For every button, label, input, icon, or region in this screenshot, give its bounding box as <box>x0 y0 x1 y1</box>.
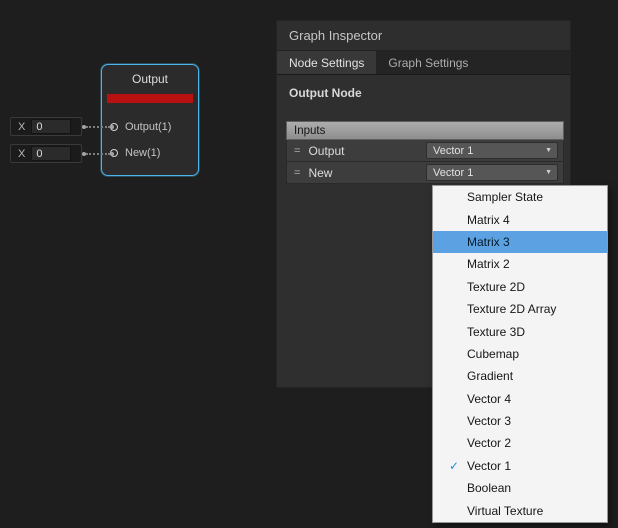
panel-title[interactable]: Graph Inspector <box>277 21 570 51</box>
chevron-down-icon: ▼ <box>545 169 557 176</box>
tab-graph-settings[interactable]: Graph Settings <box>376 51 480 74</box>
menu-item-gradient[interactable]: Gradient <box>433 365 607 387</box>
menu-item-matrix-3[interactable]: Matrix 3 <box>433 231 607 253</box>
menu-item-texture-2d-array[interactable]: Texture 2D Array <box>433 298 607 320</box>
node-status-bar <box>107 94 193 103</box>
port-row-new: New(1) <box>102 140 198 166</box>
menu-item-label: Vector 1 <box>467 459 511 473</box>
input-row-output: = Output Vector 1 ▼ <box>286 140 564 162</box>
menu-item-boolean[interactable]: Boolean <box>433 477 607 499</box>
menu-item-vector-1[interactable]: ✓ Vector 1 <box>433 455 607 477</box>
shader-graph-canvas: { "node": { "title": "Output", "status_b… <box>0 0 618 528</box>
edge-connector[interactable] <box>86 126 110 128</box>
port-row-output: Output(1) <box>102 114 198 140</box>
menu-item-label: Matrix 3 <box>467 235 510 249</box>
type-select-menu: Sampler State Matrix 4 Matrix 3 Matrix 2… <box>432 185 608 523</box>
menu-item-label: Cubemap <box>467 347 519 361</box>
node-title: Output <box>102 65 198 94</box>
type-dropdown-output[interactable]: Vector 1 ▼ <box>426 142 558 159</box>
menu-item-texture-3d[interactable]: Texture 3D <box>433 320 607 342</box>
menu-item-label: Sampler State <box>467 190 543 204</box>
menu-item-virtual-texture[interactable]: Virtual Texture <box>433 499 607 521</box>
value-input[interactable]: 0 <box>31 146 71 161</box>
port-label-output: Output(1) <box>125 121 171 133</box>
menu-item-label: Vector 4 <box>467 392 511 406</box>
menu-item-label: Vector 2 <box>467 436 511 450</box>
menu-item-label: Gradient <box>467 369 513 383</box>
menu-item-label: Vector 3 <box>467 414 511 428</box>
menu-item-texture-2d[interactable]: Texture 2D <box>433 276 607 298</box>
menu-item-vector-3[interactable]: Vector 3 <box>433 410 607 432</box>
axis-label: X <box>18 148 25 160</box>
input-row-label: New <box>308 166 426 180</box>
menu-item-matrix-2[interactable]: Matrix 2 <box>433 253 607 275</box>
inputs-panel-header: Inputs <box>286 121 564 140</box>
check-icon: ✓ <box>441 459 467 473</box>
menu-item-vector-2[interactable]: Vector 2 <box>433 432 607 454</box>
port-label-new: New(1) <box>125 147 160 159</box>
inputs-panel: Inputs = Output Vector 1 ▼ = New Vector … <box>286 121 564 184</box>
section-title: Output Node <box>277 75 570 100</box>
drag-handle-icon[interactable]: = <box>294 145 300 157</box>
input-row-new: = New Vector 1 ▼ <box>286 162 564 184</box>
tab-node-settings[interactable]: Node Settings <box>277 51 376 74</box>
chevron-down-icon: ▼ <box>545 147 557 154</box>
menu-item-label: Boolean <box>467 481 511 495</box>
output-node[interactable]: Output Output(1) New(1) <box>101 64 199 176</box>
dropdown-value: Vector 1 <box>433 167 473 179</box>
input-row-label: Output <box>308 144 426 158</box>
menu-item-label: Matrix 4 <box>467 213 510 227</box>
menu-item-cubemap[interactable]: Cubemap <box>433 343 607 365</box>
port-default-field-new: X 0 <box>10 144 82 163</box>
menu-item-label: Texture 2D Array <box>467 302 556 316</box>
port-default-field-output: X 0 <box>10 117 82 136</box>
drag-handle-icon[interactable]: = <box>294 167 300 179</box>
axis-label: X <box>18 121 25 133</box>
menu-item-label: Matrix 2 <box>467 257 510 271</box>
type-dropdown-new[interactable]: Vector 1 ▼ <box>426 164 558 181</box>
inspector-tabbar: Node Settings Graph Settings <box>277 51 570 75</box>
value-input[interactable]: 0 <box>31 119 71 134</box>
edge-connector[interactable] <box>86 153 110 155</box>
menu-item-vector-4[interactable]: Vector 4 <box>433 388 607 410</box>
menu-item-label: Virtual Texture <box>467 504 543 518</box>
node-port-list: Output(1) New(1) <box>102 103 198 166</box>
menu-item-label: Texture 3D <box>467 325 525 339</box>
dropdown-value: Vector 1 <box>433 145 473 157</box>
menu-item-matrix-4[interactable]: Matrix 4 <box>433 208 607 230</box>
menu-item-label: Texture 2D <box>467 280 525 294</box>
menu-item-sampler-state[interactable]: Sampler State <box>433 186 607 208</box>
